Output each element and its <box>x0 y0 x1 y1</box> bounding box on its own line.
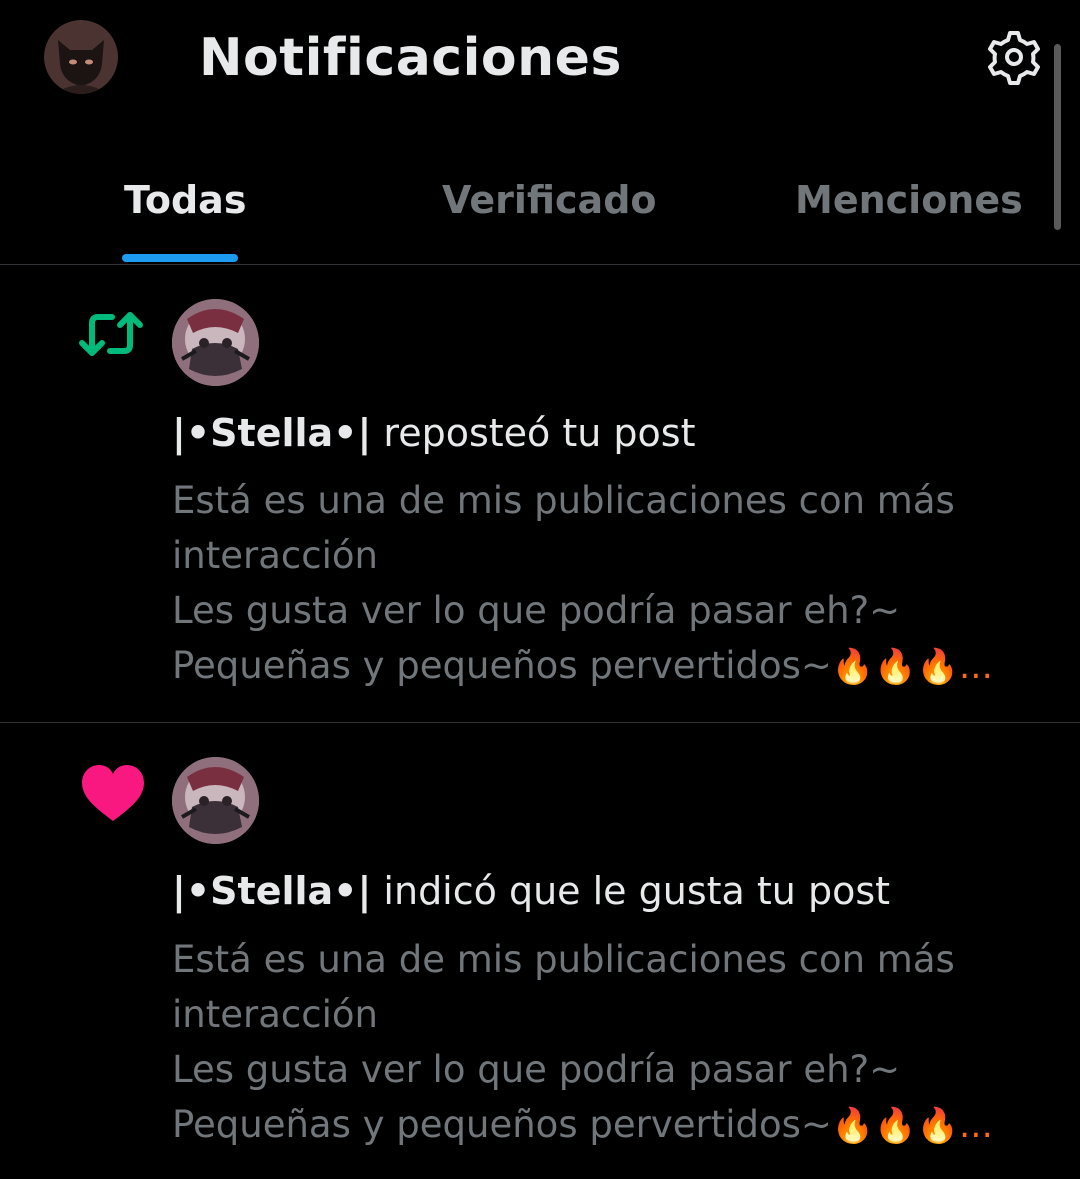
profile-avatar[interactable] <box>44 20 118 94</box>
fire-emoji: 🔥🔥🔥… <box>831 647 993 687</box>
notification-action: indicó que le gusta tu post <box>371 869 891 913</box>
preview-line: Está es una de mis publicaciones con más <box>172 479 955 522</box>
preview-line: interacción <box>172 534 378 577</box>
page-title: Notificaciones <box>199 28 622 88</box>
notifications-screen: Notificaciones Todas Verificado Mencione… <box>0 0 1080 1179</box>
post-preview[interactable]: Está es una de mis publicaciones con más… <box>172 473 1042 695</box>
active-tab-indicator <box>122 254 238 262</box>
preview-line: Les gusta ver lo que podría pasar eh?~ <box>172 1048 901 1091</box>
notification-item[interactable]: |•Stella•| indicó que le gusta tu post E… <box>0 723 1080 1179</box>
preview-line: Está es una de mis publicaciones con más <box>172 938 955 981</box>
tab-verificado[interactable]: Verificado <box>442 178 657 222</box>
top-bar: Notificaciones <box>0 0 1080 230</box>
notification-tabs: Todas Verificado Menciones <box>0 150 1080 264</box>
notification-item[interactable]: |•Stella•| reposteó tu post Está es una … <box>0 265 1080 722</box>
preview-line: Pequeñas y pequeños pervertidos~🔥🔥🔥… <box>172 1103 993 1146</box>
post-preview[interactable]: Está es una de mis publicaciones con más… <box>172 932 1042 1154</box>
notification-text: |•Stella•| indicó que le gusta tu post <box>172 869 890 913</box>
preview-line: Pequeñas y pequeños pervertidos~🔥🔥🔥… <box>172 644 993 687</box>
user-avatar[interactable] <box>172 757 259 844</box>
tab-menciones[interactable]: Menciones <box>795 178 1023 222</box>
gear-icon[interactable] <box>985 28 1043 86</box>
notification-action: reposteó tu post <box>371 411 696 455</box>
preview-line: interacción <box>172 993 378 1036</box>
heart-icon <box>80 761 146 827</box>
user-name[interactable]: |•Stella•| <box>172 411 371 455</box>
user-avatar[interactable] <box>172 299 259 386</box>
user-name[interactable]: |•Stella•| <box>172 869 371 913</box>
notification-text: |•Stella•| reposteó tu post <box>172 411 696 455</box>
repost-icon <box>78 301 144 367</box>
fire-emoji: 🔥🔥🔥… <box>831 1106 993 1146</box>
tab-todas[interactable]: Todas <box>124 178 246 222</box>
preview-line: Les gusta ver lo que podría pasar eh?~ <box>172 589 901 632</box>
